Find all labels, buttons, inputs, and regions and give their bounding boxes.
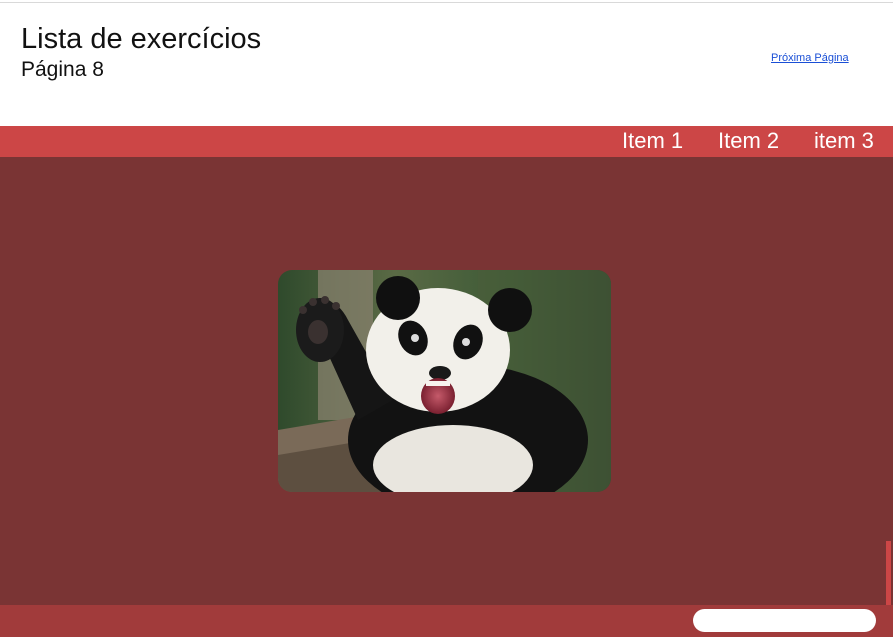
nav-item-2[interactable]: Item 2 <box>718 128 779 154</box>
navbar: Item 1 Item 2 item 3 <box>0 126 893 157</box>
main-content <box>0 157 893 605</box>
footer-input-pill[interactable] <box>693 609 876 632</box>
nav-item-1[interactable]: Item 1 <box>622 128 683 154</box>
nav-item-3[interactable]: item 3 <box>814 128 874 154</box>
scrollbar-marker-bottom <box>886 541 891 605</box>
panda-image <box>278 270 611 492</box>
page: Lista de exercícios Página 8 Próxima Pág… <box>0 0 893 637</box>
footer <box>0 605 893 637</box>
page-subtitle: Página 8 <box>21 58 104 81</box>
next-page-link[interactable]: Próxima Página <box>771 52 849 64</box>
header: Lista de exercícios Página 8 Próxima Pág… <box>0 3 893 126</box>
page-title: Lista de exercícios <box>21 23 262 55</box>
